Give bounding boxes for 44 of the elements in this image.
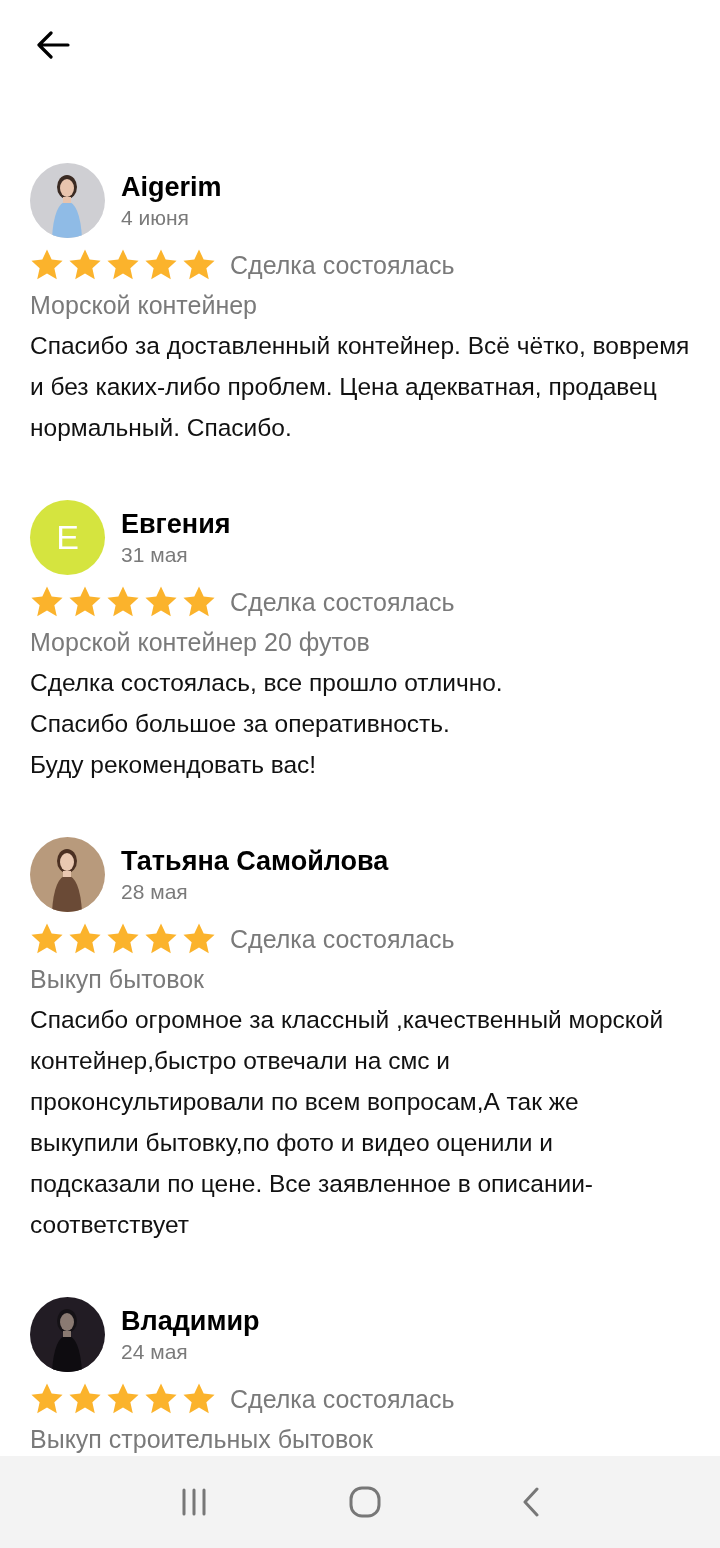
star-icon [106, 248, 140, 282]
reviewer-name: Татьяна Самойлова [121, 844, 389, 878]
review-date: 31 мая [121, 541, 189, 568]
star-icon [68, 922, 102, 956]
star-icon [68, 248, 102, 282]
item-category: Морской контейнер 20 футов [30, 627, 371, 658]
deal-status: Сделка состоялась [230, 587, 455, 617]
review-date: 28 мая [121, 878, 189, 905]
review-text: Сделка состоялась, все прошло отлично. Спасибо большое за оперативность. Буду рекомендовать вас! [30, 668, 504, 780]
deal-status: Сделка состоялась [230, 250, 455, 280]
reviewer-name: Евгения [121, 507, 231, 541]
reviewer-name: Aigerim [121, 170, 222, 204]
star-icon [68, 1382, 102, 1416]
review-date: 24 мая [121, 1338, 189, 1365]
star-icon [144, 922, 178, 956]
star-icon [106, 1382, 140, 1416]
avatar: E [30, 500, 105, 575]
reviewer-name: Владимир [121, 1304, 260, 1338]
home-icon[interactable] [349, 1486, 381, 1518]
star-icon [68, 585, 102, 619]
star-icon [106, 585, 140, 619]
review-text: Спасибо огромное за классный ,качественный морской контейнер,быстро отвечали на смс и проконсультировали по всем вопросам,А так же выкупили бытовку,по фото и видео оценили и подсказали по цене. Все заявленное в описании-соответствует [30, 1005, 665, 1240]
star-icon [30, 585, 64, 619]
star-icon [30, 1382, 64, 1416]
star-icon [182, 585, 216, 619]
review-text: Спасибо за доставленный контейнер. Всё чётко, вовремя и без каких-либо проблем. Цена адекватная, продавец нормальный. Спасибо. [30, 331, 690, 443]
star-icon [144, 248, 178, 282]
item-category: Выкуп строительных бытовок [30, 1424, 374, 1455]
deal-status: Сделка состоялась [230, 924, 455, 954]
item-category: Морской контейнер [30, 290, 259, 321]
star-icon [30, 248, 64, 282]
recent-apps-icon[interactable] [180, 1488, 209, 1516]
star-icon [30, 922, 64, 956]
star-icon [144, 1382, 178, 1416]
item-category: Выкуп бытовок [30, 964, 206, 995]
star-icon [182, 922, 216, 956]
review-date: 4 июня [121, 204, 190, 231]
star-icon [144, 585, 178, 619]
back-icon[interactable] [521, 1487, 540, 1517]
star-icon [182, 1382, 216, 1416]
star-icon [182, 248, 216, 282]
back-arrow-icon[interactable] [36, 31, 70, 59]
deal-status: Сделка состоялась [230, 1384, 455, 1414]
star-icon [106, 922, 140, 956]
